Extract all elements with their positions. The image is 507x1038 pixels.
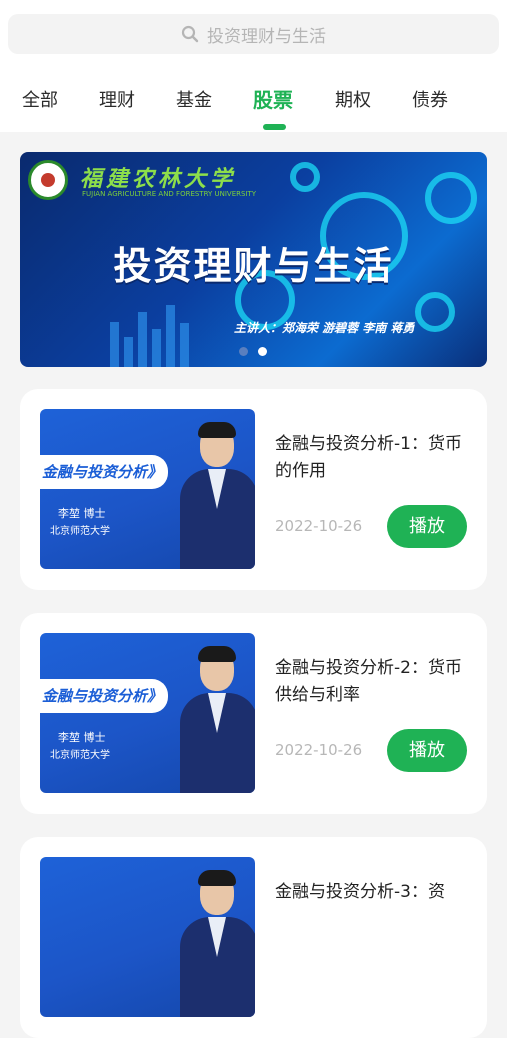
thumb-organization: 北京师范大学 [50,750,110,761]
course-card[interactable]: 金融与投资分析》 李堃 博士 北京师范大学 金融与投资分析-2：货币供给与利率 … [20,613,487,814]
banner-speakers: 主讲人：郑海荣 游碧蓉 李南 蒋勇 [234,321,415,335]
decor-bar [110,322,119,367]
category-tabs: 全部 理财 基金 股票 期权 债券 [0,78,507,132]
decor-bar [180,323,189,367]
header: 投资理财与生活 全部 理财 基金 股票 期权 债券 [0,0,507,132]
search-placeholder: 投资理财与生活 [207,26,326,47]
lecturer-photo [178,870,255,1017]
course-date: 2022-10-26 [275,741,363,759]
play-button[interactable]: 播放 [387,729,467,772]
active-tab-indicator [263,124,286,130]
tab-finance[interactable]: 理财 [99,86,135,112]
course-card[interactable]: 金融与投资分析-3：资 [20,837,487,1038]
course-thumbnail[interactable]: 金融与投资分析》 李堃 博士 北京师范大学 [40,633,255,793]
tab-all[interactable]: 全部 [22,86,58,112]
play-button[interactable]: 播放 [387,505,467,548]
thumb-organization: 北京师范大学 [50,526,110,537]
carousel-dot-active[interactable] [258,347,267,356]
banner-logo-en: FUJIAN AGRICULTURE AND FORESTRY UNIVERSI… [82,190,257,198]
course-title[interactable]: 金融与投资分析-1：货币的作用 [275,431,470,485]
tab-option[interactable]: 期权 [335,86,371,112]
tab-bond[interactable]: 债券 [412,86,448,112]
decor-ring [415,292,455,332]
carousel-dots [239,347,267,356]
banner-carousel[interactable]: 福建农林大学 FUJIAN AGRICULTURE AND FORESTRY U… [20,152,487,367]
lecturer-photo [178,422,255,569]
thumb-title: 金融与投资分析》 [40,455,168,489]
course-thumbnail[interactable] [40,857,255,1017]
banner-title: 投资理财与生活 [113,244,394,288]
course-title[interactable]: 金融与投资分析-2：货币供给与利率 [275,655,470,709]
search-icon [181,25,199,43]
thumb-lecturer: 李堃 博士 [58,507,106,520]
course-date: 2022-10-26 [275,517,363,535]
thumb-lecturer: 李堃 博士 [58,731,106,744]
lecturer-photo [178,646,255,793]
decor-ring [290,162,320,192]
search-bar[interactable]: 投资理财与生活 [8,14,499,54]
thumb-title: 金融与投资分析》 [40,679,168,713]
course-title[interactable]: 金融与投资分析-3：资 [275,879,470,906]
course-thumbnail[interactable]: 金融与投资分析》 李堃 博士 北京师范大学 [40,409,255,569]
decor-bar [166,305,175,367]
decor-ring [425,172,477,224]
carousel-dot[interactable] [239,347,248,356]
university-seal [28,160,68,200]
decor-bar [124,337,133,367]
tab-fund[interactable]: 基金 [176,86,212,112]
decor-bar [152,329,161,367]
course-card[interactable]: 金融与投资分析》 李堃 博士 北京师范大学 金融与投资分析-1：货币的作用 20… [20,389,487,590]
tab-stock[interactable]: 股票 [253,84,293,113]
decor-bar [138,312,147,367]
banner-logo-text: 福建农林大学 [80,167,237,192]
